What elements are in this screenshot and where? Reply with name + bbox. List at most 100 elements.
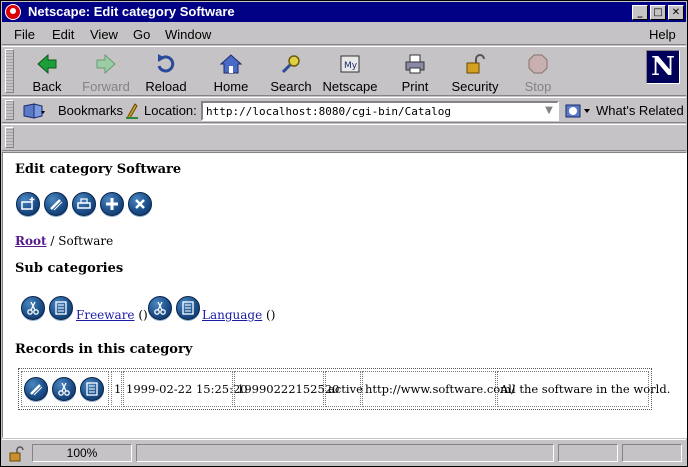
zoom-level: 100%	[32, 444, 132, 462]
toolbar-grip[interactable]	[5, 49, 14, 93]
home-label: Home	[213, 79, 249, 94]
status-panel-2	[622, 444, 682, 462]
breadcrumb: Root / Software	[15, 234, 113, 248]
record-actions-cell	[21, 371, 109, 407]
minimize-button[interactable]: _	[632, 5, 648, 20]
view-subcategory-button[interactable]	[49, 296, 73, 320]
view-record-button[interactable]	[80, 377, 104, 401]
security-lock-icon[interactable]	[8, 446, 26, 462]
cut-subcategory-button[interactable]	[148, 296, 172, 320]
stop-button[interactable]: Stop	[505, 50, 571, 94]
title-bar[interactable]: Netscape: Edit category Software _ □ ✕	[2, 2, 686, 22]
plus-icon	[106, 198, 118, 210]
record-url-cell: http://www.software.com/	[362, 371, 515, 407]
menu-help[interactable]: Help	[649, 27, 676, 42]
scissors-icon	[27, 301, 39, 315]
maximize-button[interactable]: □	[650, 5, 666, 20]
search-label: Search	[270, 79, 312, 94]
back-label: Back	[32, 79, 62, 94]
bookmarks-icon[interactable]	[22, 102, 46, 120]
menu-edit[interactable]: Edit	[52, 27, 74, 42]
padlock-icon	[466, 54, 485, 74]
whats-related-icon[interactable]	[564, 102, 592, 120]
delete-category-button[interactable]	[128, 192, 152, 216]
print-category-button[interactable]	[72, 192, 96, 216]
cut-subcategory-button[interactable]	[21, 296, 45, 320]
page-content: Edit category Software Root / Software S…	[2, 152, 687, 438]
subcategory-freeware-link[interactable]: Freeware	[76, 308, 135, 322]
document-icon	[86, 382, 98, 396]
print-small-icon	[77, 198, 91, 209]
printer-icon	[405, 54, 425, 74]
record-id-cell: 1	[111, 371, 122, 407]
view-subcategory-button[interactable]	[176, 296, 200, 320]
subcategory-count: ()	[266, 308, 276, 322]
url-input[interactable]	[201, 101, 559, 121]
bookmarks-label[interactable]: Bookmarks	[58, 103, 123, 118]
search-button[interactable]: Search	[258, 50, 324, 94]
stop-icon	[528, 54, 548, 74]
location-grip[interactable]	[5, 100, 14, 120]
back-button[interactable]: Back	[14, 50, 80, 94]
print-label: Print	[401, 79, 429, 94]
subcategory-item: Freeware ()	[76, 308, 148, 322]
status-panel-1	[558, 444, 618, 462]
whats-related-label[interactable]: What's Related	[596, 103, 684, 118]
document-icon	[182, 301, 194, 315]
new-subcategory-button[interactable]	[16, 192, 40, 216]
menu-file[interactable]: File	[14, 27, 35, 42]
location-toolbar: Bookmarks Location: ▼ What's Related	[2, 97, 686, 123]
scissors-icon	[58, 382, 70, 396]
personal-toolbar	[2, 124, 686, 151]
menu-go[interactable]: Go	[133, 27, 150, 42]
page-title: Edit category Software	[15, 162, 182, 177]
security-button[interactable]: Security	[442, 50, 508, 94]
record-key-cell: 19990222152520	[234, 371, 339, 407]
back-arrow-icon	[37, 53, 57, 75]
menu-window[interactable]: Window	[165, 27, 211, 42]
pencil-icon	[30, 384, 43, 396]
reload-label: Reload	[145, 79, 187, 94]
records-heading: Records in this category	[15, 342, 193, 357]
home-icon	[219, 54, 243, 74]
status-bar: 100%	[2, 439, 686, 466]
breadcrumb-current: Software	[58, 234, 114, 248]
subcategories-heading: Sub categories	[15, 261, 124, 276]
menu-bar: File Edit View Go Window Help	[2, 23, 686, 45]
netscape-button[interactable]: My Netscape	[317, 50, 383, 94]
subcategory-count: ()	[138, 308, 148, 322]
security-label: Security	[451, 79, 499, 94]
reload-icon	[157, 54, 175, 73]
reload-button[interactable]: Reload	[133, 50, 199, 94]
records-table: 1 1999-02-22 15:25:20 19990222152520 act…	[18, 368, 670, 410]
search-icon	[281, 55, 300, 74]
delete-x-icon	[135, 199, 145, 209]
subcategory-item: Language ()	[202, 308, 275, 322]
edit-category-button[interactable]	[44, 192, 68, 216]
forward-button[interactable]: Forward	[73, 50, 139, 94]
subcategory-language-link[interactable]: Language	[202, 308, 262, 322]
netscape-logo[interactable]: N	[646, 50, 680, 84]
add-record-button[interactable]	[100, 192, 124, 216]
redhat-app-icon[interactable]	[5, 4, 21, 20]
menu-view[interactable]: View	[90, 27, 118, 42]
window-title: Netscape: Edit category Software	[28, 4, 235, 19]
location-page-icon[interactable]	[124, 102, 140, 120]
edit-record-button[interactable]	[24, 377, 48, 401]
cut-record-button[interactable]	[52, 377, 76, 401]
record-status-cell: active	[325, 371, 363, 407]
personal-toolbar-grip[interactable]	[5, 127, 14, 148]
close-button[interactable]: ✕	[668, 5, 684, 20]
document-icon	[55, 301, 67, 315]
url-dropdown-arrow-icon[interactable]: ▼	[542, 103, 556, 119]
svg-text:My: My	[344, 61, 358, 71]
breadcrumb-root-link[interactable]: Root	[15, 234, 47, 248]
scissors-icon	[154, 301, 166, 315]
record-date-cell: 1999-02-22 15:25:20	[123, 371, 248, 407]
navigation-toolbar: Back Forward Reload Home Search My Netsc…	[2, 46, 686, 96]
location-label: Location:	[144, 103, 197, 118]
browser-window: Netscape: Edit category Software _ □ ✕ F…	[0, 0, 688, 467]
breadcrumb-separator: /	[50, 234, 55, 248]
home-button[interactable]: Home	[198, 50, 264, 94]
print-button[interactable]: Print	[382, 50, 448, 94]
